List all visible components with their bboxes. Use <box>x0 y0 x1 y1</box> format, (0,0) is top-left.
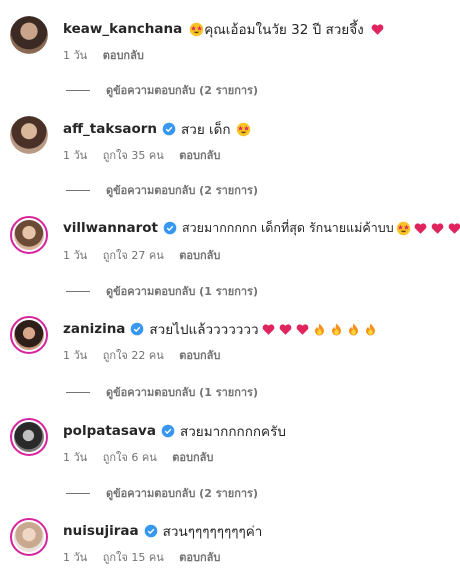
verified-badge-icon <box>131 322 144 336</box>
comment-item: villwannarot สวยมากกกกก เด็กที่สุด รักนา… <box>10 216 460 276</box>
comment-time: 1 วัน <box>63 451 88 464</box>
reply-button[interactable]: ตอบกลับ <box>172 451 213 464</box>
comment-text: คุณเอ้อมในวัย 32 ปี สวยจึ้ง <box>204 22 364 38</box>
star-struck-emoji-icon <box>396 221 410 235</box>
comment-time: 1 วัน <box>63 249 88 262</box>
avatar[interactable] <box>10 316 48 354</box>
divider-dash <box>66 391 90 393</box>
verified-badge-icon <box>162 122 176 136</box>
avatar[interactable] <box>10 216 48 254</box>
heart-icon <box>431 222 444 234</box>
view-replies-button[interactable]: ดูข้อความตอบกลับ (2 รายการ) <box>66 181 258 199</box>
comment-time: 1 วัน <box>63 551 88 564</box>
heart-icon <box>296 323 308 335</box>
view-replies-button[interactable]: ดูข้อความตอบกลับ (1 รายการ) <box>66 282 258 300</box>
comment-time: 1 วัน <box>63 49 88 62</box>
heart-icon <box>371 23 384 35</box>
avatar[interactable] <box>10 418 48 456</box>
username[interactable]: polpatasava <box>63 423 156 439</box>
comment-item: nuisujiraa สวนๆๆๆๆๆๆๆๆค่า 1 วัน ถูกใจ 15… <box>10 518 455 578</box>
reply-button[interactable]: ตอบกลับ <box>179 349 220 362</box>
divider-dash <box>66 89 90 91</box>
comment-text: สวยไปแล้ววววววว <box>149 322 259 338</box>
fire-icon <box>331 323 341 335</box>
likes-count[interactable]: ถูกใจ 27 คน <box>103 249 164 262</box>
fire-icon <box>365 323 375 335</box>
divider-dash <box>66 290 90 292</box>
view-replies-button[interactable]: ดูข้อความตอบกลับ (2 รายการ) <box>66 81 258 99</box>
comment-text: สวยมากกกกก เด็กที่สุด รักนายแม่ค้าบบ <box>181 220 394 235</box>
avatar[interactable] <box>10 116 48 154</box>
likes-count[interactable]: ถูกใจ 22 คน <box>103 349 164 362</box>
star-struck-emoji-icon <box>236 122 250 136</box>
fire-icon <box>314 323 324 335</box>
divider-dash <box>66 189 90 191</box>
reply-button[interactable]: ตอบกลับ <box>179 149 220 162</box>
likes-count[interactable]: ถูกใจ 6 คน <box>103 451 157 464</box>
comment-item: polpatasava สวยมากกกกกครับ 1 วัน ถูกใจ 6… <box>10 418 455 478</box>
comment-text: สวยมากกกกกครับ <box>179 424 286 440</box>
username[interactable]: nuisujiraa <box>63 523 139 539</box>
reply-button[interactable]: ตอบกลับ <box>179 249 220 262</box>
comment-time: 1 วัน <box>63 149 88 162</box>
star-struck-emoji-icon <box>190 22 204 36</box>
reply-button[interactable]: ตอบกลับ <box>103 49 144 62</box>
divider-dash <box>66 492 90 494</box>
reply-button[interactable]: ตอบกลับ <box>179 551 220 564</box>
likes-count[interactable]: ถูกใจ 35 คน <box>103 149 164 162</box>
heart-icon <box>414 222 427 234</box>
view-replies-button[interactable]: ดูข้อความตอบกลับ (1 รายการ) <box>66 383 258 401</box>
verified-badge-icon <box>144 524 157 538</box>
username[interactable]: aff_taksaorn <box>63 121 157 137</box>
avatar[interactable] <box>10 16 48 54</box>
verified-badge-icon <box>161 424 175 438</box>
view-replies-button[interactable]: ดูข้อความตอบกลับ (2 รายการ) <box>66 484 258 502</box>
comment-item: aff_taksaorn สวย เด็ก 1 วัน ถูกใจ 35 คน … <box>10 116 455 176</box>
username[interactable]: zanizina <box>63 321 125 337</box>
fire-icon <box>348 323 358 335</box>
heart-icon <box>448 222 460 234</box>
verified-badge-icon <box>163 221 177 235</box>
comment-item: zanizina สวยไปแล้ววววววว 1 วัน ถูกใจ 22 … <box>10 316 455 376</box>
comment-text: สวนๆๆๆๆๆๆๆๆค่า <box>162 524 263 540</box>
username[interactable]: keaw_kanchana <box>63 21 182 37</box>
likes-count[interactable]: ถูกใจ 15 คน <box>103 551 164 564</box>
comment-item: keaw_kanchana คุณเอ้อมในวัย 32 ปี สวยจึ้… <box>10 16 455 76</box>
avatar[interactable] <box>10 518 48 556</box>
comment-time: 1 วัน <box>63 349 88 362</box>
username[interactable]: villwannarot <box>63 220 158 236</box>
comment-text: สวย เด็ก <box>181 122 231 138</box>
heart-icon <box>262 323 274 335</box>
heart-icon <box>279 323 291 335</box>
